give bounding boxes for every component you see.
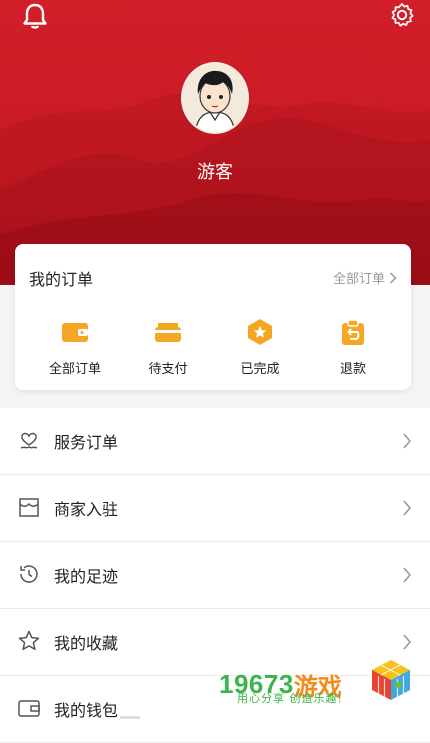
gear-icon	[391, 3, 414, 27]
star-icon	[18, 630, 40, 651]
all-orders-link[interactable]: 全部订单	[333, 268, 397, 287]
chevron-right-icon	[389, 271, 397, 284]
notification-button[interactable]	[18, 0, 52, 32]
order-refund-label: 退款	[339, 362, 366, 377]
card-icon	[155, 323, 181, 342]
order-all-button[interactable]: 全部订单	[30, 318, 120, 377]
bell-icon	[23, 3, 47, 29]
menu-label-service-orders: 服务订单	[54, 433, 119, 452]
menu-label-wallet: 我的钱包	[54, 701, 119, 720]
chevron-right-icon	[403, 433, 412, 449]
avatar[interactable]	[181, 62, 249, 134]
watermark-slogan: 用心分享 创造乐趣!	[237, 692, 343, 705]
home-indicator	[120, 716, 140, 719]
my-orders-card: 我的订单 全部订单 全部订单 待支付 已完成 退款	[15, 244, 411, 390]
wallet-icon	[62, 323, 88, 342]
refund-icon	[342, 319, 364, 345]
all-orders-link-label: 全部订单	[332, 272, 385, 287]
star-badge-icon	[248, 319, 272, 345]
chevron-right-icon	[403, 634, 412, 650]
heart-hand-icon	[20, 432, 38, 449]
menu-label-favorites: 我的收藏	[54, 634, 119, 653]
profile-header: 游客	[0, 0, 430, 285]
cube-logo-icon	[372, 660, 410, 700]
store-icon	[19, 498, 39, 517]
menu-item-merchant-join[interactable]: 商家入驻	[0, 475, 430, 542]
menu-label-footprints: 我的足迹	[54, 567, 119, 586]
order-pending-payment-label: 待支付	[148, 362, 188, 377]
chevron-right-icon	[403, 500, 412, 516]
username-label: 游客	[197, 162, 233, 183]
wallet-outline-icon	[18, 700, 40, 717]
settings-button[interactable]	[386, 0, 418, 30]
menu-label-merchant-join: 商家入驻	[54, 500, 119, 519]
menu-item-service-orders[interactable]: 服务订单	[0, 408, 430, 475]
order-pending-payment-button[interactable]: 待支付	[123, 318, 213, 377]
order-completed-button[interactable]: 已完成	[215, 318, 305, 377]
orders-title: 我的订单	[29, 270, 94, 289]
order-refund-button[interactable]: 退款	[308, 318, 398, 377]
history-icon	[20, 565, 38, 583]
menu-item-footprints[interactable]: 我的足迹	[0, 542, 430, 609]
avatar-cartoon-icon	[183, 64, 247, 132]
order-all-label: 全部订单	[48, 362, 101, 377]
status-bar-fragment	[120, 0, 420, 6]
chevron-right-icon	[403, 567, 412, 583]
site-watermark: 19673 游戏 用心分享 创造乐趣!	[219, 654, 417, 714]
order-completed-label: 已完成	[240, 362, 280, 377]
